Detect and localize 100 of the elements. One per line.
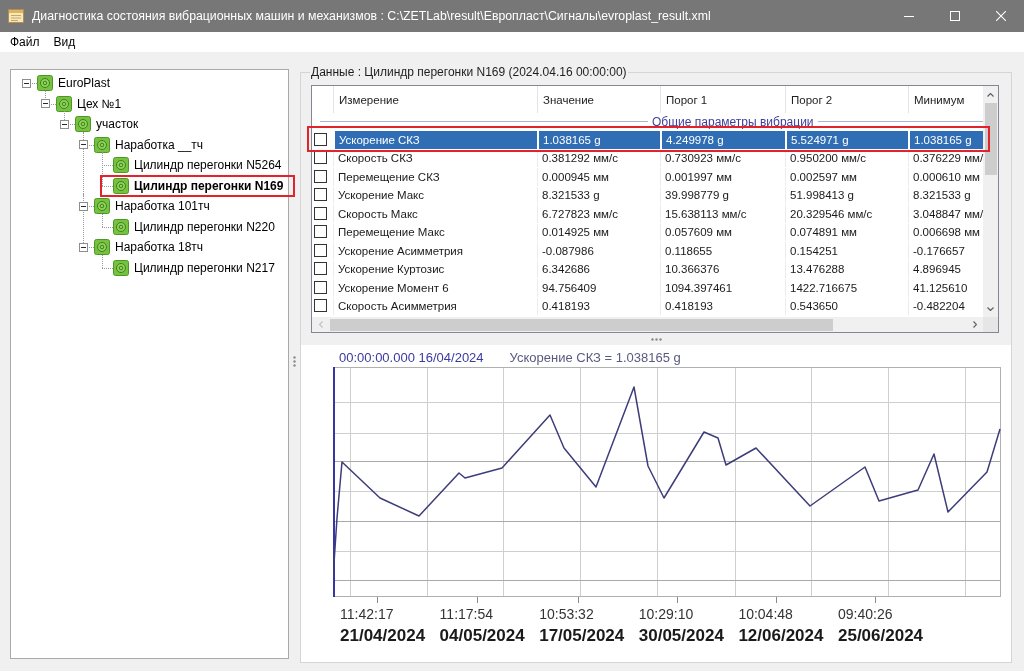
checkbox[interactable] bbox=[314, 225, 327, 239]
table-cell: 51.998413 g bbox=[785, 186, 908, 204]
minimize-icon[interactable] bbox=[904, 15, 914, 17]
tree-item[interactable]: Наработка 18тч bbox=[115, 240, 204, 255]
table-cell: Перемещение Макс bbox=[333, 223, 537, 241]
checkbox[interactable] bbox=[314, 132, 327, 146]
menu-item[interactable]: Файл bbox=[3, 35, 47, 49]
table-cell: 0.950200 мм/с bbox=[785, 149, 908, 167]
value-readout: Ускорение СКЗ = 1.038165 g bbox=[509, 351, 681, 365]
table-cell: 0.001997 мм bbox=[660, 168, 785, 186]
scrollbar-corner bbox=[983, 317, 998, 332]
checkbox[interactable] bbox=[314, 280, 327, 294]
table-cell: Скорость СКЗ bbox=[333, 149, 537, 167]
chevron-down-icon[interactable] bbox=[987, 306, 994, 311]
axis-time-label: 10:29:10 bbox=[638, 606, 694, 622]
target-icon bbox=[113, 157, 129, 174]
target-icon bbox=[94, 239, 110, 256]
group-title: Данные : Цилиндр перегонки N169 (2024.04.16 00:00:00) bbox=[310, 65, 628, 79]
target-icon bbox=[37, 75, 53, 92]
table-cell: 8.321533 g bbox=[537, 186, 660, 204]
table-cell: 1.038165 g bbox=[537, 131, 660, 149]
table-cell: Ускорение Асимметрия bbox=[333, 242, 537, 260]
table-cell: 0.000945 мм bbox=[537, 168, 660, 186]
app-icon bbox=[8, 9, 24, 23]
table-cell: 10.366376 bbox=[660, 260, 785, 278]
target-icon bbox=[56, 95, 72, 112]
table-cell: 0.154251 bbox=[785, 242, 908, 260]
axis-date-label: 25/06/2024 bbox=[837, 626, 924, 646]
column-header[interactable]: Порог 2 bbox=[785, 86, 908, 113]
table-cell: 6.342686 bbox=[537, 260, 660, 278]
axis-date-label: 30/05/2024 bbox=[638, 626, 724, 646]
table-cell: 94.756409 bbox=[537, 279, 660, 297]
table-cell: Ускорение Макс bbox=[333, 186, 537, 204]
horizontal-scrollbar[interactable] bbox=[312, 317, 983, 332]
axis-date-label: 12/06/2024 bbox=[738, 626, 824, 646]
target-icon bbox=[75, 116, 91, 133]
checkbox[interactable] bbox=[314, 188, 327, 202]
table-cell: Перемещение СКЗ bbox=[333, 168, 537, 186]
minus-box-icon[interactable] bbox=[22, 78, 31, 88]
checkbox[interactable] bbox=[314, 243, 327, 257]
table-cell: 0.002597 мм bbox=[785, 168, 908, 186]
table-cell: 0.118655 bbox=[660, 242, 785, 260]
axis-date-label: 17/05/2024 bbox=[539, 626, 625, 646]
table-cell: 5.524971 g bbox=[785, 131, 908, 149]
target-icon bbox=[94, 198, 110, 215]
axis-date-label: 21/04/2024 bbox=[340, 626, 426, 646]
splitter-grip-icon[interactable] bbox=[293, 356, 296, 367]
window-title: Диагностика состояния вибрационных машин и механизмов : C:\ZETLab\result\Европласт\Сигналы\evroplast_result.xml bbox=[32, 9, 712, 23]
tree-item[interactable]: EuroPlast bbox=[58, 76, 111, 91]
minus-box-icon[interactable] bbox=[79, 140, 88, 150]
table-cell: 15.638113 мм/с bbox=[660, 205, 785, 223]
chevron-up-icon[interactable] bbox=[987, 92, 994, 97]
checkbox[interactable] bbox=[314, 299, 327, 313]
table-cell: 0.074891 мм bbox=[785, 223, 908, 241]
minus-box-icon[interactable] bbox=[79, 242, 88, 252]
table-cell: Ускорение СКЗ bbox=[333, 131, 537, 149]
splitter-grip-icon[interactable] bbox=[650, 337, 662, 341]
minus-box-icon[interactable] bbox=[60, 119, 69, 129]
column-header[interactable]: Порог 1 bbox=[660, 86, 785, 113]
checkbox[interactable] bbox=[314, 262, 327, 276]
minus-box-icon[interactable] bbox=[41, 99, 50, 109]
target-icon bbox=[113, 177, 129, 194]
axis-time-label: 09:40:26 bbox=[837, 606, 893, 622]
tree-item[interactable]: участок bbox=[96, 117, 139, 132]
axis-time-label: 10:04:48 bbox=[738, 606, 793, 622]
column-header[interactable]: Значение bbox=[537, 86, 660, 113]
table-cell: -0.087986 bbox=[537, 242, 660, 260]
table-cell: Скорость Асимметрия bbox=[333, 297, 537, 315]
table-cell: 4.249978 g bbox=[660, 131, 785, 149]
table-cell: 20.329546 мм/с bbox=[785, 205, 908, 223]
tree-item[interactable]: Наработка __тч bbox=[115, 137, 204, 152]
minus-box-icon[interactable] bbox=[79, 201, 88, 211]
tree-item[interactable]: Цилиндр перегонки N169 bbox=[134, 178, 284, 193]
vertical-scrollbar[interactable] bbox=[983, 86, 998, 317]
maximize-icon[interactable] bbox=[950, 11, 960, 21]
tree-item[interactable]: Цилиндр перегонки N220 bbox=[134, 219, 275, 234]
chevron-right-icon[interactable] bbox=[972, 321, 977, 328]
checkbox[interactable] bbox=[314, 206, 327, 220]
table-cell: 0.543650 bbox=[785, 297, 908, 315]
table-cell: 13.476288 bbox=[785, 260, 908, 278]
table-cell: 0.057609 мм bbox=[660, 223, 785, 241]
checkbox[interactable] bbox=[314, 169, 327, 183]
close-icon[interactable] bbox=[996, 11, 1006, 21]
tree-item[interactable]: Цех №1 bbox=[77, 96, 122, 111]
table-cell: 1.038165 g bbox=[908, 131, 983, 149]
scrollbar-thumb[interactable] bbox=[984, 103, 997, 175]
tree-item[interactable]: Наработка 101тч bbox=[115, 199, 210, 214]
column-header[interactable]: Измерение bbox=[333, 86, 537, 113]
cursor-label: 00:00:00.000 16/04/2024 bbox=[339, 351, 484, 365]
table-cell: Ускорение Куртозис bbox=[333, 260, 537, 278]
menu-item[interactable]: Вид bbox=[46, 35, 83, 49]
tree-item[interactable]: Цилиндр перегонки N217 bbox=[134, 260, 275, 275]
table-cell: 0.381292 мм/с bbox=[537, 149, 660, 167]
table-cell: 0.730923 мм/с bbox=[660, 149, 785, 167]
table-cell: 0.418193 bbox=[660, 297, 785, 315]
table-cell: 0.418193 bbox=[537, 297, 660, 315]
group-label: Общие параметры вибрации bbox=[652, 114, 814, 129]
tree-item[interactable]: Цилиндр перегонки N5264 bbox=[134, 158, 282, 173]
target-icon bbox=[94, 136, 110, 153]
scrollbar-thumb[interactable] bbox=[330, 318, 833, 331]
